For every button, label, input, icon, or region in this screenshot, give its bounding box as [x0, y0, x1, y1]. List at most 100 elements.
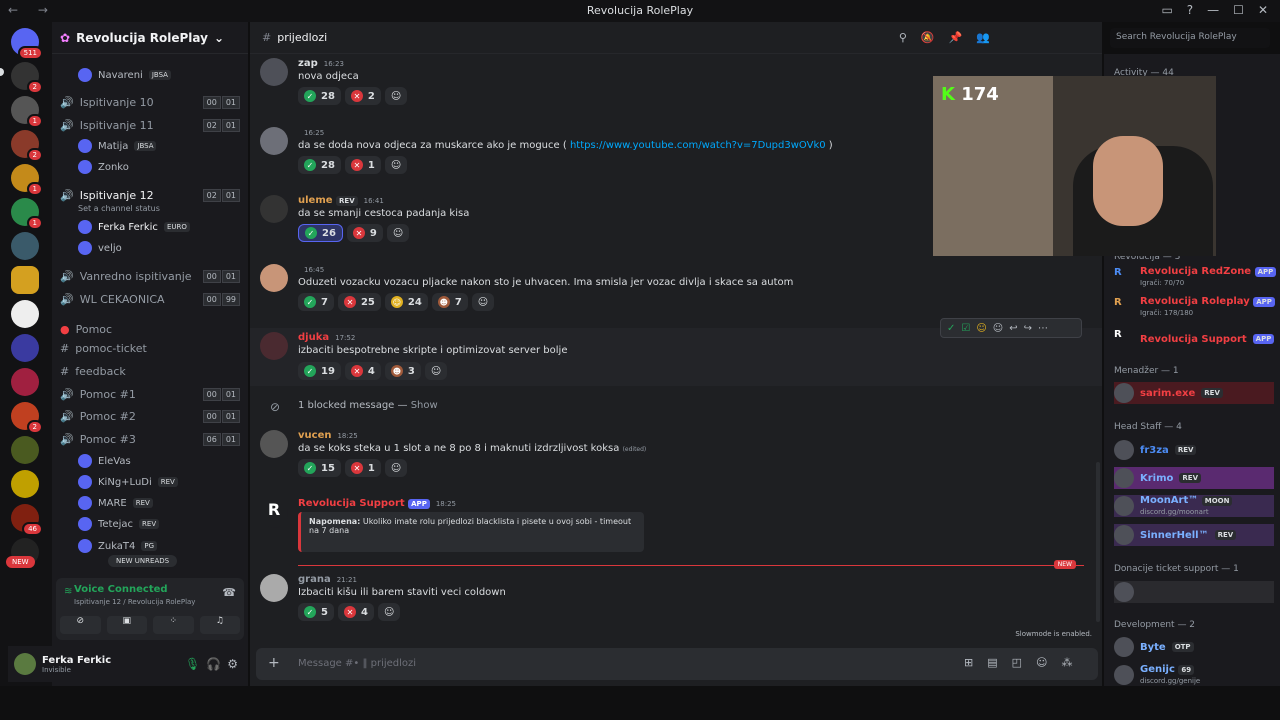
add-reaction-icon[interactable]: ☺ — [993, 323, 1003, 334]
bot-avatar[interactable]: R — [260, 500, 288, 528]
reaction-check[interactable]: ✓ 15 — [298, 459, 341, 477]
server-icon[interactable]: 1 — [11, 198, 43, 230]
voice-channel[interactable]: 🔊 Vanredno ispitivanje 00 01 — [60, 266, 240, 286]
disconnect-icon[interactable]: ☎ — [222, 586, 236, 599]
reaction-x[interactable]: ✕ 2 — [344, 87, 381, 105]
reaction-check[interactable]: ✓ 19 — [298, 362, 341, 380]
quick-check-box-icon[interactable]: ☑ — [961, 323, 970, 334]
message-author[interactable]: uleme REV 16:41 — [298, 195, 384, 206]
new-unreads-button[interactable]: NEW UNREADS — [108, 555, 178, 567]
server-icon[interactable] — [11, 470, 39, 498]
avatar[interactable] — [14, 653, 36, 675]
add-reaction-icon[interactable]: ☺ — [384, 459, 408, 477]
avatar[interactable] — [260, 264, 288, 292]
add-reaction-icon[interactable]: ☺ — [384, 156, 408, 174]
member[interactable]: R Revolucija RedZone APP Igrači: 70/70 — [1114, 266, 1277, 288]
server-icon[interactable]: 1 — [11, 96, 43, 128]
member[interactable]: MoonArt™ MOON discord.gg/moonart — [1114, 495, 1274, 517]
reaction-emoji[interactable]: ☺ 24 — [384, 293, 428, 311]
message-author[interactable]: djuka 17:52 — [298, 332, 355, 343]
headphones-icon[interactable]: 🎧 — [206, 657, 221, 671]
voice-user[interactable]: EleVas — [78, 452, 131, 470]
server-icon-revolucija[interactable] — [11, 266, 39, 294]
mic-icon[interactable]: 🎙 — [185, 657, 200, 671]
new-badge[interactable]: NEW — [6, 556, 35, 568]
server-icon[interactable]: 2 — [11, 402, 43, 434]
voice-channel[interactable]: 🔊 Ispitivanje 10 00 01 — [60, 92, 240, 112]
voice-user[interactable]: veljo — [78, 239, 122, 257]
guild-header[interactable]: ✿ Revolucija RolePlay ⌄ — [52, 22, 248, 54]
inbox-icon[interactable]: ▭ — [1161, 3, 1172, 17]
reaction-x[interactable]: ✕ 9 — [346, 224, 383, 242]
voice-channel[interactable]: 🔊 WL CEKAONICA 00 99 — [60, 289, 240, 309]
gift-icon[interactable]: ⊞ — [964, 656, 973, 669]
emoji-icon[interactable]: ☺ — [1036, 656, 1047, 669]
reaction-x[interactable]: ✕ 4 — [337, 603, 374, 621]
reaction-check[interactable]: ✓ 5 — [298, 603, 334, 621]
forward-icon[interactable]: ↪ — [1024, 323, 1032, 334]
voice-channel[interactable]: 🔊 Ispitivanje 11 02 01 — [60, 115, 240, 135]
add-reaction-icon[interactable]: ☺ — [384, 87, 408, 105]
server-icon[interactable]: 46 — [11, 504, 43, 536]
reaction-x[interactable]: ✕ 1 — [344, 156, 381, 174]
server-icon[interactable] — [11, 300, 39, 328]
more-icon[interactable]: ⋯ — [1038, 323, 1048, 334]
apps-icon[interactable]: ⁂ — [1062, 656, 1073, 669]
reaction-x[interactable]: ✕ 1 — [344, 459, 381, 477]
voice-user[interactable]: Navareni JBSA — [78, 66, 171, 84]
server-icon[interactable] — [11, 368, 39, 396]
camera-off-icon[interactable]: ⊘ — [60, 616, 101, 634]
show-button[interactable]: Show — [411, 400, 438, 411]
server-icon[interactable]: 2 — [11, 130, 43, 162]
reaction-x[interactable]: ✕ 25 — [337, 293, 381, 311]
message-author[interactable]: grana 21:21 — [298, 574, 357, 585]
message-author[interactable]: Revolucija Support APP 18:25 — [298, 498, 456, 509]
member[interactable]: SinnerHell™ REV — [1114, 524, 1274, 546]
add-reaction-icon[interactable]: ☺ — [471, 293, 495, 311]
voice-user[interactable]: ZukaT4 PG — [78, 537, 158, 555]
voice-channel-active[interactable]: 🔊 Ispitivanje 12 02 01 — [60, 185, 240, 205]
close-icon[interactable]: ✕ — [1258, 3, 1268, 17]
voice-channel-label[interactable]: Ispitivanje 12 / Revolucija RolePlay — [74, 598, 195, 606]
add-reaction-icon[interactable]: ☺ — [424, 362, 448, 380]
sticker-icon[interactable]: ◰ — [1012, 656, 1022, 669]
member[interactable]: Byte OTP — [1114, 636, 1194, 658]
minimize-icon[interactable]: — — [1207, 3, 1219, 17]
text-channel[interactable]: # feedback — [60, 361, 240, 381]
add-reaction-icon[interactable]: ☺ — [377, 603, 401, 621]
voice-user[interactable]: Matija JBSA — [78, 137, 157, 155]
add-reaction-icon[interactable]: ☺ — [386, 224, 410, 242]
avatar[interactable] — [260, 430, 288, 458]
voice-channel[interactable]: 🔊 Pomoc #2 00 01 — [60, 406, 240, 426]
member[interactable]: Genijc 69 discord.gg/genije — [1114, 664, 1200, 686]
voice-user[interactable]: Zonko — [78, 158, 129, 176]
search-input[interactable]: Search Revolucija RolePlay — [1110, 28, 1270, 48]
member[interactable]: R Revolucija Roleplay APP Igrači: 178/180 — [1114, 296, 1275, 318]
server-icon[interactable] — [11, 232, 39, 260]
server-icon[interactable]: 1 — [11, 164, 43, 196]
reaction-check[interactable]: ✓ 28 — [298, 156, 341, 174]
voice-user[interactable]: Tetejac REV — [78, 515, 160, 533]
member[interactable]: fr3za REV — [1114, 439, 1197, 461]
voice-channel[interactable]: 🔊 Pomoc #1 00 01 — [60, 384, 240, 404]
reply-icon[interactable]: ↩ — [1009, 323, 1017, 334]
reaction-x[interactable]: ✕ 4 — [344, 362, 381, 380]
member[interactable]: R Revolucija Support APP — [1114, 328, 1275, 350]
soundboard-icon[interactable]: ♫ — [199, 616, 240, 634]
screenshare-icon[interactable]: ▣ — [106, 616, 147, 634]
category-pomoc[interactable]: ● Pomoc — [60, 319, 240, 339]
voice-status[interactable]: Voice Connected — [74, 584, 168, 595]
reaction-face[interactable]: ☻ 3 — [384, 362, 421, 380]
avatar[interactable] — [260, 574, 288, 602]
member[interactable] — [1114, 581, 1274, 603]
avatar[interactable] — [260, 332, 288, 360]
channel-status[interactable]: Set a channel status — [78, 204, 160, 213]
reaction-check[interactable]: ✓ 26 — [298, 224, 343, 242]
reaction-check[interactable]: ✓ 7 — [298, 293, 334, 311]
avatar[interactable] — [260, 127, 288, 155]
member[interactable]: Krimo REV — [1114, 467, 1274, 489]
voice-user[interactable]: KiNg+LuDi REV — [78, 473, 178, 491]
quick-check-icon[interactable]: ✓ — [947, 323, 955, 334]
voice-channel[interactable]: 🔊 Pomoc #3 06 01 — [60, 429, 240, 449]
plus-icon[interactable]: + — [268, 655, 280, 671]
